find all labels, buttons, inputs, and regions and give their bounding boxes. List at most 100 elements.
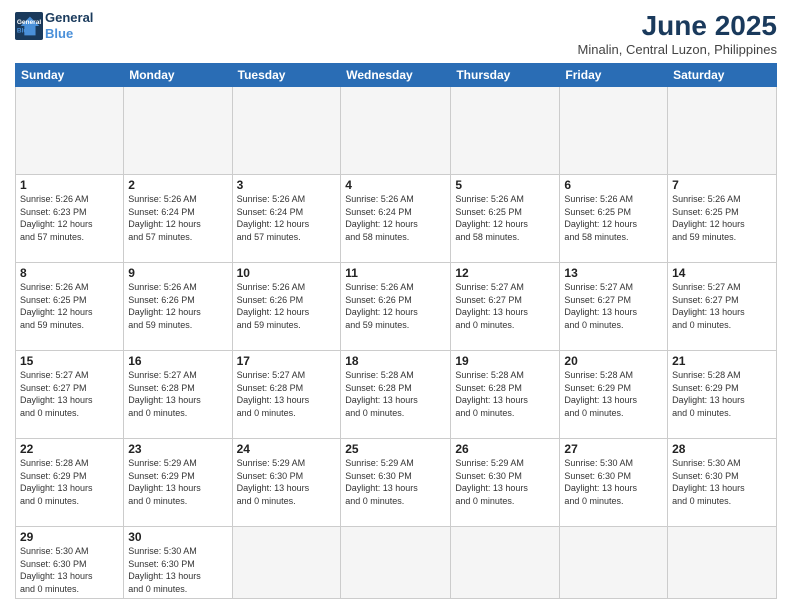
- day-number: 29: [20, 530, 119, 544]
- table-row: 23Sunrise: 5:29 AM Sunset: 6:29 PM Dayli…: [124, 439, 232, 527]
- day-info: Sunrise: 5:27 AM Sunset: 6:28 PM Dayligh…: [128, 369, 227, 419]
- day-info: Sunrise: 5:26 AM Sunset: 6:24 PM Dayligh…: [128, 193, 227, 243]
- day-number: 27: [564, 442, 663, 456]
- day-number: 9: [128, 266, 227, 280]
- day-number: 17: [237, 354, 337, 368]
- day-info: Sunrise: 5:27 AM Sunset: 6:27 PM Dayligh…: [564, 281, 663, 331]
- calendar-week-row: 29Sunrise: 5:30 AM Sunset: 6:30 PM Dayli…: [16, 527, 777, 599]
- table-row: 20Sunrise: 5:28 AM Sunset: 6:29 PM Dayli…: [560, 351, 668, 439]
- calendar-week-row: 15Sunrise: 5:27 AM Sunset: 6:27 PM Dayli…: [16, 351, 777, 439]
- day-info: Sunrise: 5:26 AM Sunset: 6:25 PM Dayligh…: [564, 193, 663, 243]
- day-info: Sunrise: 5:27 AM Sunset: 6:27 PM Dayligh…: [455, 281, 555, 331]
- table-row: 5Sunrise: 5:26 AM Sunset: 6:25 PM Daylig…: [451, 175, 560, 263]
- table-row: 10Sunrise: 5:26 AM Sunset: 6:26 PM Dayli…: [232, 263, 341, 351]
- page: General Blue General Blue June 2025 Mina…: [0, 0, 792, 612]
- table-row: [341, 527, 451, 599]
- table-row: [16, 87, 124, 175]
- day-info: Sunrise: 5:29 AM Sunset: 6:30 PM Dayligh…: [455, 457, 555, 507]
- day-number: 12: [455, 266, 555, 280]
- day-number: 30: [128, 530, 227, 544]
- day-number: 26: [455, 442, 555, 456]
- table-row: 7Sunrise: 5:26 AM Sunset: 6:25 PM Daylig…: [668, 175, 777, 263]
- col-thursday: Thursday: [451, 64, 560, 87]
- day-info: Sunrise: 5:28 AM Sunset: 6:29 PM Dayligh…: [20, 457, 119, 507]
- table-row: 28Sunrise: 5:30 AM Sunset: 6:30 PM Dayli…: [668, 439, 777, 527]
- day-info: Sunrise: 5:26 AM Sunset: 6:23 PM Dayligh…: [20, 193, 119, 243]
- day-info: Sunrise: 5:26 AM Sunset: 6:25 PM Dayligh…: [20, 281, 119, 331]
- table-row: 21Sunrise: 5:28 AM Sunset: 6:29 PM Dayli…: [668, 351, 777, 439]
- table-row: 18Sunrise: 5:28 AM Sunset: 6:28 PM Dayli…: [341, 351, 451, 439]
- table-row: [124, 87, 232, 175]
- day-info: Sunrise: 5:30 AM Sunset: 6:30 PM Dayligh…: [564, 457, 663, 507]
- col-sunday: Sunday: [16, 64, 124, 87]
- day-number: 13: [564, 266, 663, 280]
- day-number: 5: [455, 178, 555, 192]
- table-row: [560, 87, 668, 175]
- day-number: 2: [128, 178, 227, 192]
- day-info: Sunrise: 5:26 AM Sunset: 6:25 PM Dayligh…: [455, 193, 555, 243]
- day-info: Sunrise: 5:29 AM Sunset: 6:29 PM Dayligh…: [128, 457, 227, 507]
- day-info: Sunrise: 5:26 AM Sunset: 6:26 PM Dayligh…: [345, 281, 446, 331]
- day-info: Sunrise: 5:27 AM Sunset: 6:27 PM Dayligh…: [20, 369, 119, 419]
- table-row: 4Sunrise: 5:26 AM Sunset: 6:24 PM Daylig…: [341, 175, 451, 263]
- table-row: 13Sunrise: 5:27 AM Sunset: 6:27 PM Dayli…: [560, 263, 668, 351]
- day-info: Sunrise: 5:28 AM Sunset: 6:28 PM Dayligh…: [345, 369, 446, 419]
- logo: General Blue General Blue: [15, 10, 93, 41]
- table-row: 2Sunrise: 5:26 AM Sunset: 6:24 PM Daylig…: [124, 175, 232, 263]
- svg-text:Blue: Blue: [17, 27, 31, 34]
- table-row: 30Sunrise: 5:30 AM Sunset: 6:30 PM Dayli…: [124, 527, 232, 599]
- day-number: 21: [672, 354, 772, 368]
- day-info: Sunrise: 5:29 AM Sunset: 6:30 PM Dayligh…: [345, 457, 446, 507]
- table-row: 1Sunrise: 5:26 AM Sunset: 6:23 PM Daylig…: [16, 175, 124, 263]
- day-info: Sunrise: 5:27 AM Sunset: 6:28 PM Dayligh…: [237, 369, 337, 419]
- day-info: Sunrise: 5:26 AM Sunset: 6:25 PM Dayligh…: [672, 193, 772, 243]
- calendar-week-row: 22Sunrise: 5:28 AM Sunset: 6:29 PM Dayli…: [16, 439, 777, 527]
- logo-icon: General Blue: [15, 12, 43, 40]
- day-number: 4: [345, 178, 446, 192]
- table-row: [668, 87, 777, 175]
- table-row: 12Sunrise: 5:27 AM Sunset: 6:27 PM Dayli…: [451, 263, 560, 351]
- table-row: 8Sunrise: 5:26 AM Sunset: 6:25 PM Daylig…: [16, 263, 124, 351]
- svg-text:General: General: [17, 19, 41, 26]
- day-info: Sunrise: 5:28 AM Sunset: 6:29 PM Dayligh…: [564, 369, 663, 419]
- day-number: 22: [20, 442, 119, 456]
- day-number: 6: [564, 178, 663, 192]
- day-number: 23: [128, 442, 227, 456]
- table-row: [341, 87, 451, 175]
- calendar-header-row: Sunday Monday Tuesday Wednesday Thursday…: [16, 64, 777, 87]
- day-info: Sunrise: 5:26 AM Sunset: 6:26 PM Dayligh…: [128, 281, 227, 331]
- day-number: 8: [20, 266, 119, 280]
- header: General Blue General Blue June 2025 Mina…: [15, 10, 777, 57]
- table-row: 11Sunrise: 5:26 AM Sunset: 6:26 PM Dayli…: [341, 263, 451, 351]
- table-row: 24Sunrise: 5:29 AM Sunset: 6:30 PM Dayli…: [232, 439, 341, 527]
- table-row: 6Sunrise: 5:26 AM Sunset: 6:25 PM Daylig…: [560, 175, 668, 263]
- month-title: June 2025: [578, 10, 777, 42]
- table-row: 15Sunrise: 5:27 AM Sunset: 6:27 PM Dayli…: [16, 351, 124, 439]
- table-row: 25Sunrise: 5:29 AM Sunset: 6:30 PM Dayli…: [341, 439, 451, 527]
- table-row: 19Sunrise: 5:28 AM Sunset: 6:28 PM Dayli…: [451, 351, 560, 439]
- table-row: 17Sunrise: 5:27 AM Sunset: 6:28 PM Dayli…: [232, 351, 341, 439]
- col-friday: Friday: [560, 64, 668, 87]
- day-number: 18: [345, 354, 446, 368]
- table-row: 3Sunrise: 5:26 AM Sunset: 6:24 PM Daylig…: [232, 175, 341, 263]
- day-number: 19: [455, 354, 555, 368]
- table-row: 26Sunrise: 5:29 AM Sunset: 6:30 PM Dayli…: [451, 439, 560, 527]
- location-subtitle: Minalin, Central Luzon, Philippines: [578, 42, 777, 57]
- day-info: Sunrise: 5:30 AM Sunset: 6:30 PM Dayligh…: [672, 457, 772, 507]
- day-info: Sunrise: 5:26 AM Sunset: 6:26 PM Dayligh…: [237, 281, 337, 331]
- col-wednesday: Wednesday: [341, 64, 451, 87]
- table-row: 14Sunrise: 5:27 AM Sunset: 6:27 PM Dayli…: [668, 263, 777, 351]
- day-number: 14: [672, 266, 772, 280]
- col-monday: Monday: [124, 64, 232, 87]
- table-row: [451, 527, 560, 599]
- table-row: 16Sunrise: 5:27 AM Sunset: 6:28 PM Dayli…: [124, 351, 232, 439]
- calendar-week-row: 8Sunrise: 5:26 AM Sunset: 6:25 PM Daylig…: [16, 263, 777, 351]
- col-saturday: Saturday: [668, 64, 777, 87]
- day-number: 11: [345, 266, 446, 280]
- day-info: Sunrise: 5:27 AM Sunset: 6:27 PM Dayligh…: [672, 281, 772, 331]
- calendar-week-row: 1Sunrise: 5:26 AM Sunset: 6:23 PM Daylig…: [16, 175, 777, 263]
- day-number: 7: [672, 178, 772, 192]
- table-row: 27Sunrise: 5:30 AM Sunset: 6:30 PM Dayli…: [560, 439, 668, 527]
- day-info: Sunrise: 5:30 AM Sunset: 6:30 PM Dayligh…: [20, 545, 119, 595]
- day-number: 28: [672, 442, 772, 456]
